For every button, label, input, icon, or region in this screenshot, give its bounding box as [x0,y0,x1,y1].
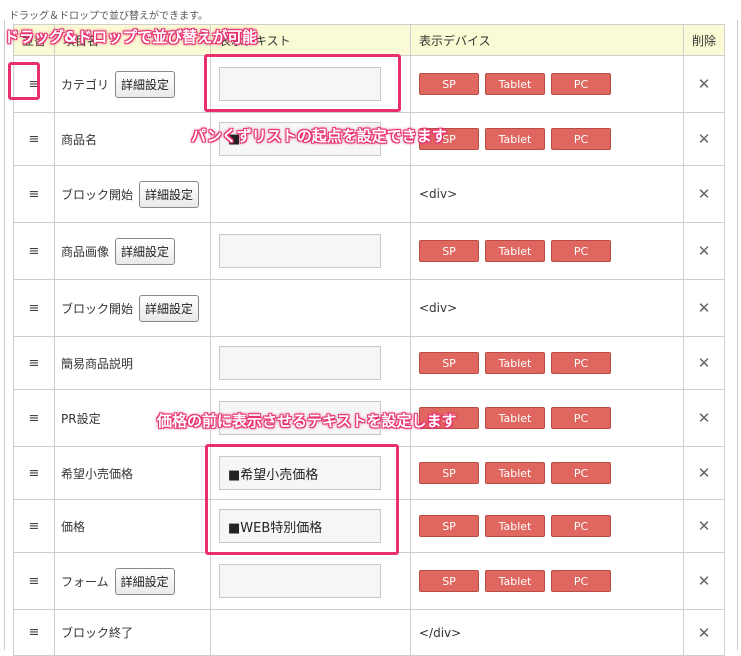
price-inputs-highlight [205,444,399,555]
item-name: 希望小売価格 [61,466,134,481]
drag-handle-icon[interactable]: ≡ [13,112,55,166]
display-text-input[interactable] [219,234,381,268]
device-toggle-pc[interactable]: PC [551,352,611,374]
device-toggle-sp[interactable]: SP [419,352,479,374]
item-name: ブロック終了 [61,626,134,640]
breadcrumb-annotation: パンくずリストの起点を設定できます [191,127,447,145]
item-name: ブロック開始 [61,301,134,316]
delete-icon[interactable]: ✕ [683,552,725,610]
item-settings-table: 並替 項目名 表示テキスト 表示デバイス 削除 ≡ カテゴリ 詳細設定 SP Table… [13,24,725,656]
delete-icon[interactable]: ✕ [683,499,725,553]
table-row: ≡ フォーム 詳細設定 SP Tablet PC ✕ [13,552,725,610]
drag-handle-icon[interactable]: ≡ [13,336,55,390]
device-toggle-pc[interactable]: PC [551,462,611,484]
detail-settings-button[interactable]: 詳細設定 [115,237,176,265]
device-toggle-tablet[interactable]: Tablet [485,407,545,429]
table-row: ≡ 簡易商品説明 SP Tablet PC ✕ [13,336,725,390]
table-row: ≡ ブロック終了 </div> ✕ [13,609,725,656]
drag-handle-icon[interactable]: ≡ [13,279,55,337]
delete-icon[interactable]: ✕ [683,112,725,166]
display-text-input[interactable] [219,564,381,598]
detail-settings-button[interactable]: 詳細設定 [139,294,200,322]
item-name: 簡易商品説明 [61,356,134,371]
device-toggle-tablet[interactable]: Tablet [485,462,545,484]
block-tag: <div> [419,301,458,315]
item-name: PR設定 [61,411,101,426]
drag-handle-icon[interactable]: ≡ [13,609,55,656]
header-device: 表示デバイス [410,24,684,56]
display-text-input[interactable] [219,346,381,380]
drag-handle-highlight [8,62,40,100]
detail-settings-button[interactable]: 詳細設定 [114,567,175,595]
device-toggle-tablet[interactable]: Tablet [485,515,545,537]
delete-icon[interactable]: ✕ [683,336,725,390]
delete-icon[interactable]: ✕ [683,222,725,280]
device-toggle-sp[interactable]: SP [419,462,479,484]
category-input-highlight [204,54,401,112]
device-toggle-pc[interactable]: PC [551,515,611,537]
table-row: ≡ 商品画像 詳細設定 SP Tablet PC ✕ [13,222,725,280]
item-name: 商品名 [61,132,98,147]
item-name: フォーム [61,574,109,589]
item-name: 商品画像 [61,244,110,259]
item-name: ブロック開始 [61,187,134,202]
header-delete: 削除 [683,24,725,56]
delete-icon[interactable]: ✕ [683,389,725,447]
delete-icon[interactable]: ✕ [683,446,725,500]
item-name: カテゴリ [61,77,110,92]
block-tag: <div> [419,187,458,201]
block-tag: </div> [419,625,462,640]
device-toggle-pc[interactable]: PC [551,128,611,150]
delete-icon[interactable]: ✕ [683,55,725,113]
drag-handle-icon[interactable]: ≡ [13,552,55,610]
table-row: ≡ ブロック開始 詳細設定 <div> ✕ [13,279,725,337]
drag-handle-icon[interactable]: ≡ [13,165,55,223]
delete-icon[interactable]: ✕ [683,279,725,337]
device-toggle-tablet[interactable]: Tablet [485,570,545,592]
drag-handle-icon[interactable]: ≡ [13,222,55,280]
device-toggle-sp[interactable]: SP [419,240,479,262]
drag-handle-icon[interactable]: ≡ [13,389,55,447]
drag-annotation: ドラッグ&ドロップで並び替えが可能 [4,28,258,46]
delete-icon[interactable]: ✕ [683,165,725,223]
detail-settings-button[interactable]: 詳細設定 [139,180,200,208]
device-toggle-tablet[interactable]: Tablet [485,240,545,262]
device-toggle-sp[interactable]: SP [419,515,479,537]
drag-handle-icon[interactable]: ≡ [13,499,55,553]
device-toggle-sp[interactable]: SP [419,570,479,592]
device-toggle-pc[interactable]: PC [551,240,611,262]
drag-handle-icon[interactable]: ≡ [13,446,55,500]
device-toggle-pc[interactable]: PC [551,570,611,592]
detail-settings-button[interactable]: 詳細設定 [115,70,176,98]
item-name: 価格 [61,519,86,534]
device-toggle-tablet[interactable]: Tablet [485,128,545,150]
delete-icon[interactable]: ✕ [683,609,725,656]
table-row: ≡ ブロック開始 詳細設定 <div> ✕ [13,165,725,223]
price-annotation: 価格の前に表示させるテキストを設定します [157,412,457,430]
device-toggle-sp[interactable]: SP [419,73,479,95]
device-toggle-tablet[interactable]: Tablet [485,352,545,374]
device-toggle-tablet[interactable]: Tablet [485,73,545,95]
device-toggle-pc[interactable]: PC [551,73,611,95]
device-toggle-pc[interactable]: PC [551,407,611,429]
